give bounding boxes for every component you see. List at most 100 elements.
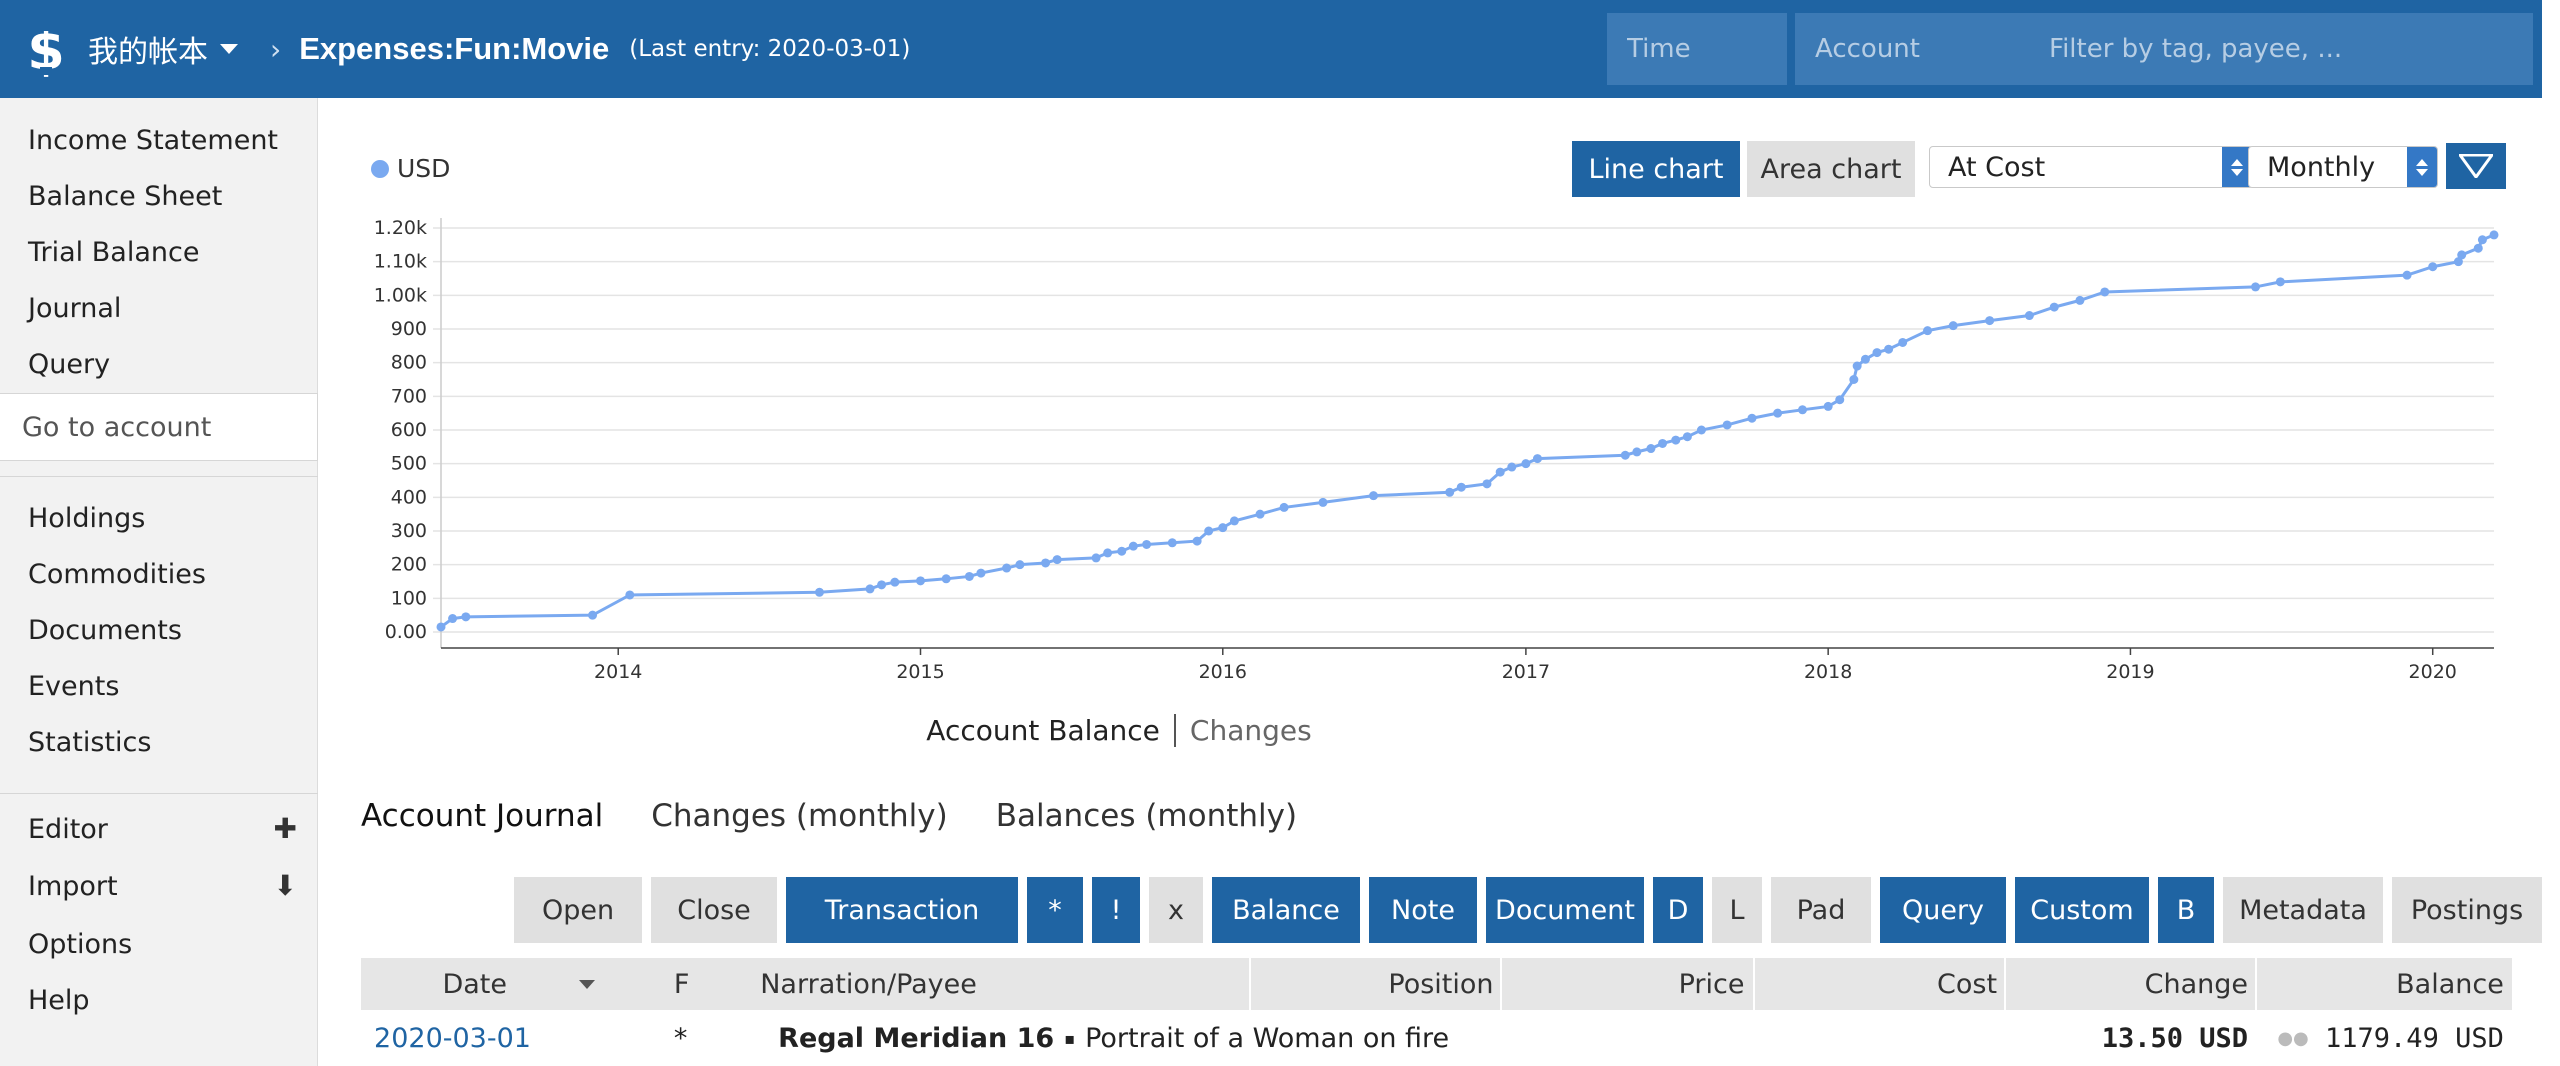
filter-button-b[interactable]: B xyxy=(2158,877,2214,943)
data-point xyxy=(1142,539,1152,549)
column-narration-payee[interactable]: Narration/Payee xyxy=(760,958,977,1010)
download-arrow-icon[interactable]: ⬇ xyxy=(274,869,297,902)
column-position[interactable]: Position xyxy=(1249,958,1493,1010)
filter-button-d[interactable]: D xyxy=(1653,877,1703,943)
filter-button-symbol-4[interactable]: ! xyxy=(1092,877,1140,943)
tag-payee-filter-input[interactable] xyxy=(2029,13,2533,85)
account-filter-input[interactable] xyxy=(1795,13,2031,85)
x-tick-label: 2020 xyxy=(2409,661,2457,683)
filter-button-l[interactable]: L xyxy=(1712,877,1762,943)
sidebar-item-statistics[interactable]: Statistics xyxy=(28,727,151,758)
sidebar-item-balance-sheet[interactable]: Balance Sheet xyxy=(28,181,222,212)
data-point xyxy=(1521,459,1531,469)
data-point xyxy=(2489,230,2499,240)
ledger-name: 我的帐本 xyxy=(88,35,208,70)
filter-button-open[interactable]: Open xyxy=(514,877,642,943)
column-cost[interactable]: Cost xyxy=(1753,958,1997,1010)
changes-chart-link[interactable]: Changes xyxy=(1176,714,1312,747)
y-tick-label: 800 xyxy=(391,352,427,374)
column-change[interactable]: Change xyxy=(2004,958,2248,1010)
entry-date-link[interactable]: 2020-03-01 xyxy=(374,1010,531,1066)
filter-button-custom[interactable]: Custom xyxy=(2015,877,2149,943)
column-date[interactable]: Date xyxy=(442,958,507,1010)
x-tick-label: 2014 xyxy=(594,661,642,683)
fava-logo-icon[interactable]: $ xyxy=(18,21,74,77)
sidebar-item-query[interactable]: Query xyxy=(28,349,110,380)
sidebar-divider xyxy=(0,476,318,477)
filter-button-balance[interactable]: Balance xyxy=(1212,877,1360,943)
data-point xyxy=(1898,337,1908,347)
filter-button-query[interactable]: Query xyxy=(1880,877,2006,943)
data-point xyxy=(1632,447,1642,457)
sidebar-item-commodities[interactable]: Commodities xyxy=(28,559,206,590)
data-point xyxy=(1682,432,1692,442)
filter-button-x[interactable]: x xyxy=(1149,877,1203,943)
data-point xyxy=(1229,516,1239,526)
data-point xyxy=(2049,302,2059,312)
y-tick-label: 200 xyxy=(391,554,427,576)
entry-description: Regal Meridian 16 ▪ Portrait of a Woman … xyxy=(778,1010,1449,1066)
data-point xyxy=(2024,311,2034,321)
tab-changes-monthly[interactable]: Changes (monthly) xyxy=(651,798,947,834)
data-point xyxy=(2275,277,2285,287)
filter-button-transaction[interactable]: Transaction xyxy=(786,877,1018,943)
data-point xyxy=(1002,563,1012,573)
entry-flag[interactable]: * xyxy=(674,1010,688,1066)
data-point xyxy=(1923,326,1933,336)
filter-button-metadata[interactable]: Metadata xyxy=(2223,877,2383,943)
plus-icon[interactable]: ✚ xyxy=(274,812,297,845)
sidebar: Income Statement Balance Sheet Trial Bal… xyxy=(0,98,318,1066)
x-tick-label: 2018 xyxy=(1804,661,1852,683)
journal-table-header: Date F Narration/Payee Position Price Co… xyxy=(361,958,2512,1010)
sidebar-item-options[interactable]: Options xyxy=(28,929,132,960)
data-point xyxy=(1369,491,1379,501)
sidebar-item-income-statement[interactable]: Income Statement xyxy=(28,125,278,156)
entry-payee: Regal Meridian 16 xyxy=(778,1022,1055,1054)
main-content: USD Line chart Area chart At Cost Monthl… xyxy=(319,98,2542,1066)
filter-button-pad[interactable]: Pad xyxy=(1771,877,1871,943)
data-point xyxy=(1985,316,1995,326)
y-tick-label: 500 xyxy=(391,453,427,475)
data-point xyxy=(1192,536,1202,546)
x-tick-label: 2016 xyxy=(1199,661,1247,683)
column-balance[interactable]: Balance xyxy=(2255,958,2504,1010)
sidebar-item-documents[interactable]: Documents xyxy=(28,615,182,646)
series-line-usd xyxy=(440,233,2495,629)
sidebar-item-events[interactable]: Events xyxy=(28,671,119,702)
sidebar-item-journal[interactable]: Journal xyxy=(28,293,121,324)
filter-button-document[interactable]: Document xyxy=(1486,877,1644,943)
sidebar-item-help[interactable]: Help xyxy=(28,985,90,1016)
sidebar-item-editor[interactable]: Editor xyxy=(28,814,108,845)
sidebar-item-holdings[interactable]: Holdings xyxy=(28,503,145,534)
go-to-account-input[interactable]: Go to account xyxy=(0,393,318,461)
table-row[interactable]: 2020-03-01 * Regal Meridian 16 ▪ Portrai… xyxy=(361,1010,2512,1066)
page-title: Expenses:Fun:Movie xyxy=(299,31,610,66)
column-price[interactable]: Price xyxy=(1500,958,1745,1010)
tab-account-journal[interactable]: Account Journal xyxy=(361,798,603,834)
filter-button-symbol-3[interactable]: * xyxy=(1027,877,1083,943)
y-tick-label: 0.00 xyxy=(385,621,427,643)
data-point xyxy=(461,612,471,622)
ledger-switcher[interactable]: 我的帐本 xyxy=(88,27,238,71)
filter-button-close[interactable]: Close xyxy=(651,877,777,943)
data-point xyxy=(2428,262,2438,272)
chart-mode-switcher: Account Balance Changes xyxy=(319,714,1919,747)
y-tick-label: 100 xyxy=(391,587,427,609)
data-point xyxy=(625,590,635,600)
x-tick-label: 2015 xyxy=(896,661,944,683)
tab-balances-monthly[interactable]: Balances (monthly) xyxy=(996,798,1297,834)
filter-button-postings[interactable]: Postings xyxy=(2392,877,2542,943)
data-point xyxy=(1620,450,1630,460)
time-filter-input[interactable] xyxy=(1607,13,1787,85)
balance-line-chart[interactable]: 0.00 100 200 300 400 500 600 700 800 900 1.00k 1.10… xyxy=(319,98,2542,698)
data-point xyxy=(1884,344,1894,354)
data-point xyxy=(1495,467,1505,477)
sidebar-item-trial-balance[interactable]: Trial Balance xyxy=(28,237,199,268)
data-point xyxy=(1279,502,1289,512)
sidebar-item-import[interactable]: Import xyxy=(28,871,118,902)
data-point xyxy=(1835,395,1845,405)
data-point xyxy=(1117,546,1127,556)
account-balance-chart-link[interactable]: Account Balance xyxy=(926,714,1176,747)
column-flag[interactable]: F xyxy=(674,958,690,1010)
filter-button-note[interactable]: Note xyxy=(1369,877,1477,943)
